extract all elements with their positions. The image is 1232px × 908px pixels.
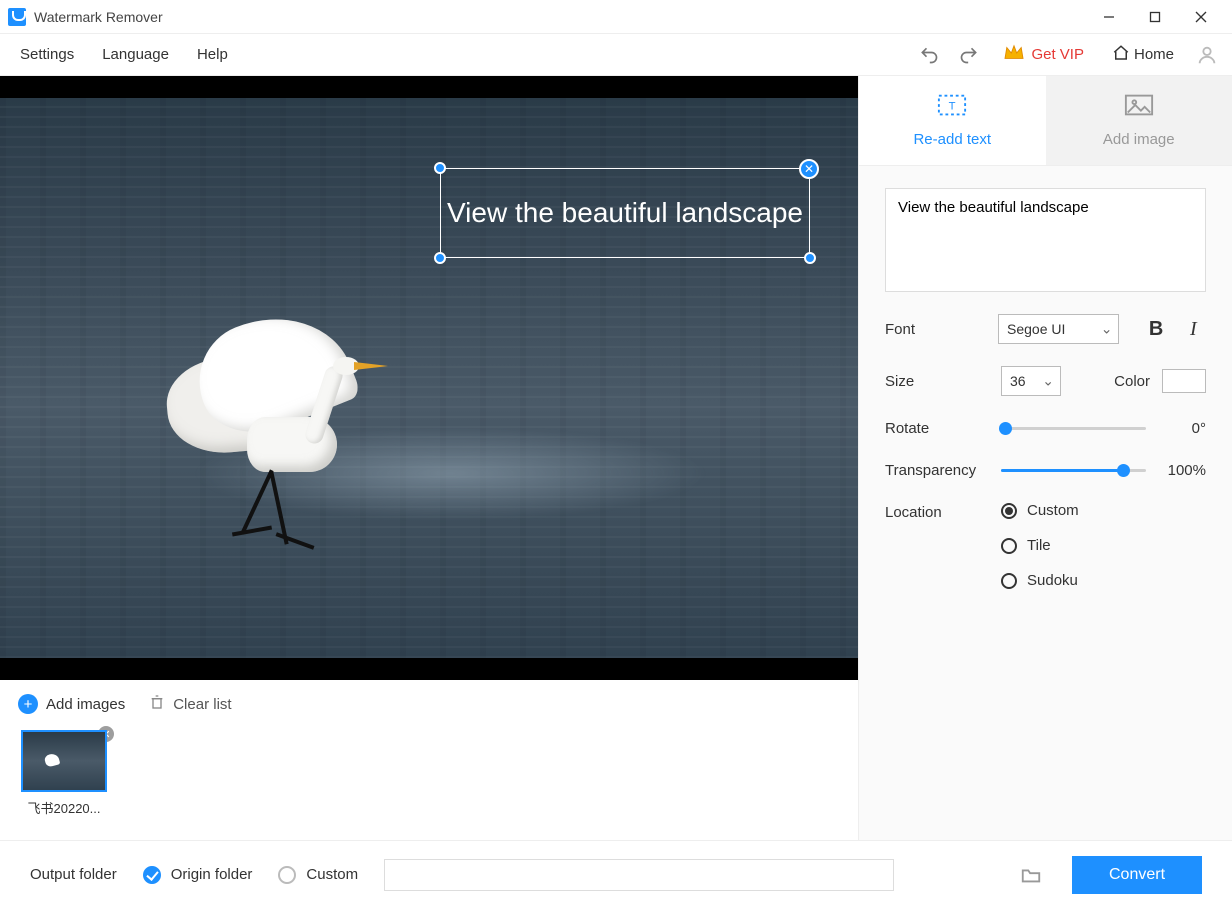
convert-label: Convert <box>1109 866 1165 884</box>
browse-folder-button[interactable] <box>1016 860 1046 890</box>
thumbnail-filename: 飞书20220... <box>28 798 101 817</box>
output-folder-label: Output folder <box>30 866 117 883</box>
tab-add-image-label: Add image <box>1103 131 1175 148</box>
font-label: Font <box>885 321 986 338</box>
text-overlay-selection[interactable]: View the beautiful landscape ✕ <box>440 168 810 258</box>
canvas-area[interactable]: View the beautiful landscape ✕ <box>0 76 858 680</box>
tab-readd-text[interactable]: T Re-add text <box>859 76 1046 165</box>
side-panel: T Re-add text Add image Font Segoe UI ⌄ … <box>858 76 1232 840</box>
user-account-button[interactable] <box>1188 36 1226 74</box>
location-custom-label: Custom <box>1027 502 1079 519</box>
bold-button[interactable]: B <box>1143 316 1168 342</box>
italic-button[interactable]: I <box>1181 316 1206 342</box>
custom-folder-label: Custom <box>306 866 358 883</box>
trash-icon <box>149 694 165 714</box>
rotate-value: 0° <box>1158 420 1206 437</box>
window-minimize-button[interactable] <box>1086 0 1132 34</box>
custom-folder-radio[interactable]: Custom <box>278 866 358 884</box>
plus-icon: + <box>18 694 38 714</box>
get-vip-label: Get VIP <box>1031 46 1084 63</box>
menu-language[interactable]: Language <box>88 46 183 63</box>
svg-text:T: T <box>949 101 956 113</box>
app-logo-icon <box>8 8 26 26</box>
output-path-input[interactable] <box>384 859 894 891</box>
add-images-label: Add images <box>46 696 125 713</box>
size-select[interactable]: 36 ⌄ <box>1001 366 1061 396</box>
transparency-label: Transparency <box>885 462 989 479</box>
add-images-button[interactable]: + Add images <box>18 694 125 714</box>
text-box-icon: T <box>937 93 967 121</box>
transparency-value: 100% <box>1158 462 1206 479</box>
redo-button[interactable] <box>949 35 989 75</box>
location-radio-custom[interactable]: Custom <box>1001 502 1079 519</box>
preview-image: View the beautiful landscape ✕ <box>0 98 858 658</box>
resize-handle-br[interactable] <box>804 252 816 264</box>
origin-folder-radio[interactable]: Origin folder <box>143 866 253 884</box>
bird-illustration <box>137 277 417 577</box>
resize-handle-tl[interactable] <box>434 162 446 174</box>
image-icon <box>1124 93 1154 121</box>
size-select-value: 36 <box>1010 373 1026 389</box>
chevron-down-icon: ⌄ <box>1042 373 1054 390</box>
tab-add-image[interactable]: Add image <box>1046 76 1232 165</box>
undo-button[interactable] <box>909 35 949 75</box>
menubar: Settings Language Help Get VIP Home <box>0 34 1232 76</box>
convert-button[interactable]: Convert <box>1072 856 1202 894</box>
overlay-close-button[interactable]: ✕ <box>799 159 819 179</box>
window-maximize-button[interactable] <box>1132 0 1178 34</box>
color-label: Color <box>1114 373 1150 390</box>
resize-handle-bl[interactable] <box>434 252 446 264</box>
home-button[interactable]: Home <box>1098 44 1188 66</box>
crown-icon <box>1003 44 1025 65</box>
rotate-slider[interactable] <box>1001 418 1146 438</box>
bottom-bar: Output folder Origin folder Custom Conve… <box>0 840 1232 908</box>
location-radio-sudoku[interactable]: Sudoku <box>1001 572 1079 589</box>
origin-folder-label: Origin folder <box>171 866 253 883</box>
font-select[interactable]: Segoe UI ⌄ <box>998 314 1119 344</box>
tab-readd-text-label: Re-add text <box>913 131 991 148</box>
app-title: Watermark Remover <box>34 9 163 25</box>
location-radio-tile[interactable]: Tile <box>1001 537 1079 554</box>
location-tile-label: Tile <box>1027 537 1051 554</box>
get-vip-button[interactable]: Get VIP <box>989 44 1098 65</box>
overlay-text: View the beautiful landscape <box>447 197 803 229</box>
size-label: Size <box>885 373 989 390</box>
thumbnail-image <box>21 730 107 792</box>
rotate-label: Rotate <box>885 420 989 437</box>
clear-list-label: Clear list <box>173 696 231 713</box>
titlebar: Watermark Remover <box>0 0 1232 34</box>
transparency-slider[interactable] <box>1001 460 1146 480</box>
location-sudoku-label: Sudoku <box>1027 572 1078 589</box>
menu-settings[interactable]: Settings <box>6 46 88 63</box>
window-close-button[interactable] <box>1178 0 1224 34</box>
color-picker[interactable] <box>1162 369 1206 393</box>
home-icon <box>1112 44 1130 66</box>
location-label: Location <box>885 502 989 521</box>
thumbnail-item[interactable]: ✕ 飞书20220... <box>18 730 110 817</box>
thumbnail-strip: + Add images Clear list ✕ 飞书20220... <box>0 680 858 840</box>
watermark-text-input[interactable] <box>885 188 1206 292</box>
font-select-value: Segoe UI <box>1007 321 1065 337</box>
chevron-down-icon: ⌄ <box>1101 321 1113 338</box>
clear-list-button[interactable]: Clear list <box>149 694 231 714</box>
menu-help[interactable]: Help <box>183 46 242 63</box>
home-label: Home <box>1134 46 1174 63</box>
